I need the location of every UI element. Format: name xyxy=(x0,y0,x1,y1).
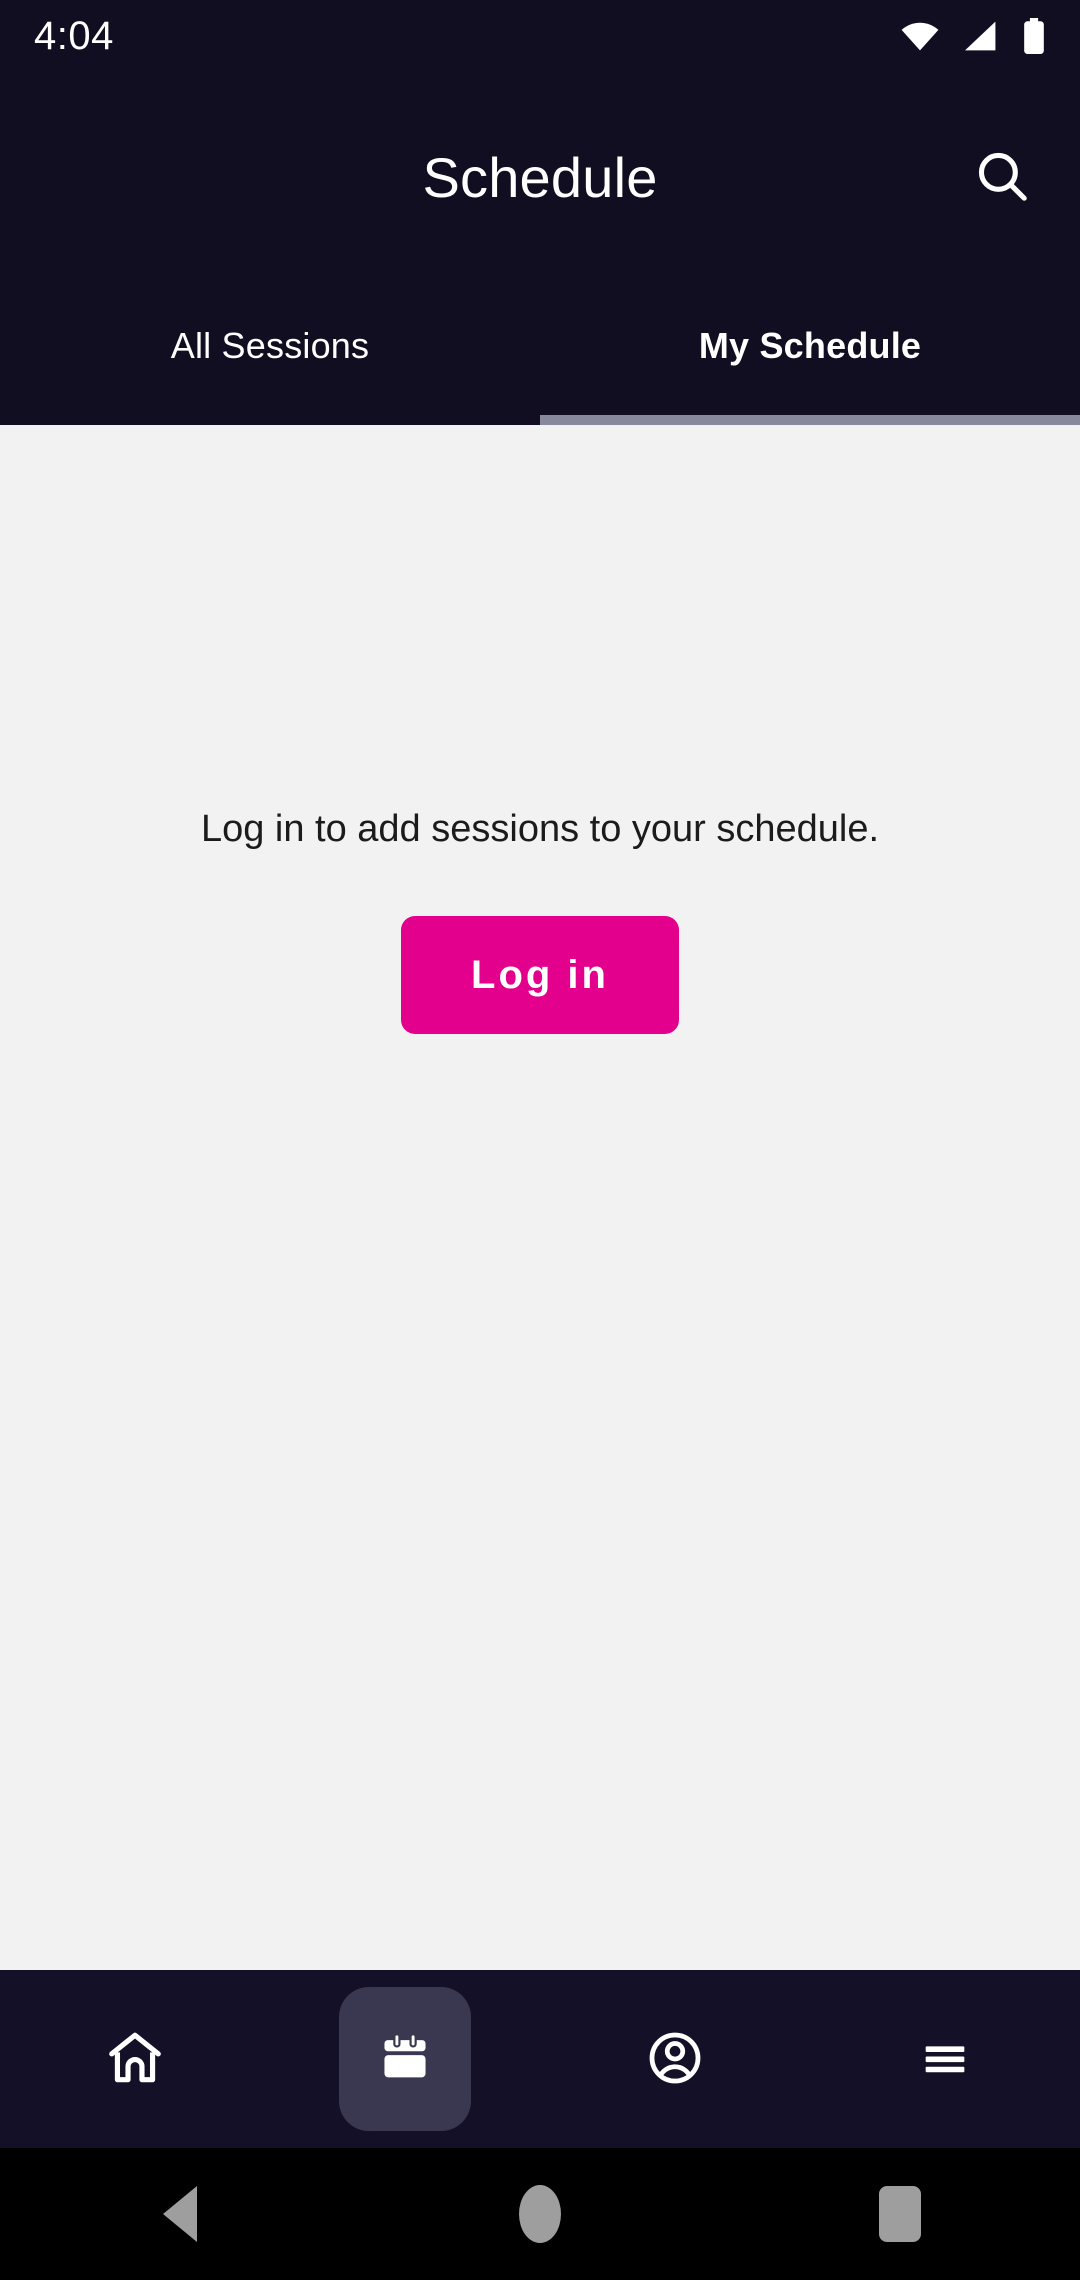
battery-full-icon xyxy=(1022,18,1046,54)
account-circle-icon xyxy=(645,2028,705,2091)
status-clock: 4:04 xyxy=(34,14,114,58)
status-icon-group xyxy=(900,18,1046,54)
nav-item-home[interactable] xyxy=(0,1970,270,2148)
app-bar: Schedule xyxy=(0,72,1080,282)
nav-item-schedule[interactable] xyxy=(270,1970,540,2148)
login-button[interactable]: Log in xyxy=(401,916,679,1035)
system-back-button[interactable] xyxy=(0,2148,360,2280)
home-icon xyxy=(104,2027,166,2092)
cellular-signal-icon xyxy=(962,20,1000,52)
nav-pill-home xyxy=(69,1987,201,2131)
search-icon xyxy=(973,147,1031,208)
search-button[interactable] xyxy=(954,129,1050,225)
nav-item-account[interactable] xyxy=(540,1970,810,2148)
nav-pill-menu xyxy=(879,1987,1011,2131)
page-title: Schedule xyxy=(422,145,658,209)
tab-active-indicator xyxy=(540,415,1080,425)
nav-item-menu[interactable] xyxy=(810,1970,1080,2148)
recents-square-icon xyxy=(879,2186,921,2242)
empty-state-message: Log in to add sessions to your schedule. xyxy=(200,808,880,850)
system-home-button[interactable] xyxy=(360,2148,720,2280)
home-circle-icon xyxy=(519,2185,561,2243)
system-navigation-bar xyxy=(0,2148,1080,2280)
phone-screen: 4:04 Schedule All Sessions My Schedule L… xyxy=(0,0,1080,2280)
status-bar: 4:04 xyxy=(0,0,1080,72)
calendar-icon xyxy=(376,2029,434,2090)
main-content: Log in to add sessions to your schedule.… xyxy=(0,425,1080,1970)
tab-my-schedule[interactable]: My Schedule xyxy=(540,282,1080,425)
bottom-navigation-bar xyxy=(0,1970,1080,2148)
wifi-icon xyxy=(900,20,940,52)
system-recents-button[interactable] xyxy=(720,2148,1080,2280)
nav-pill-schedule xyxy=(339,1987,471,2131)
menu-hamburger-icon xyxy=(916,2029,974,2090)
nav-pill-account xyxy=(609,1987,741,2131)
tab-all-sessions[interactable]: All Sessions xyxy=(0,282,540,425)
tab-bar: All Sessions My Schedule xyxy=(0,282,1080,425)
back-triangle-icon xyxy=(163,2186,197,2242)
